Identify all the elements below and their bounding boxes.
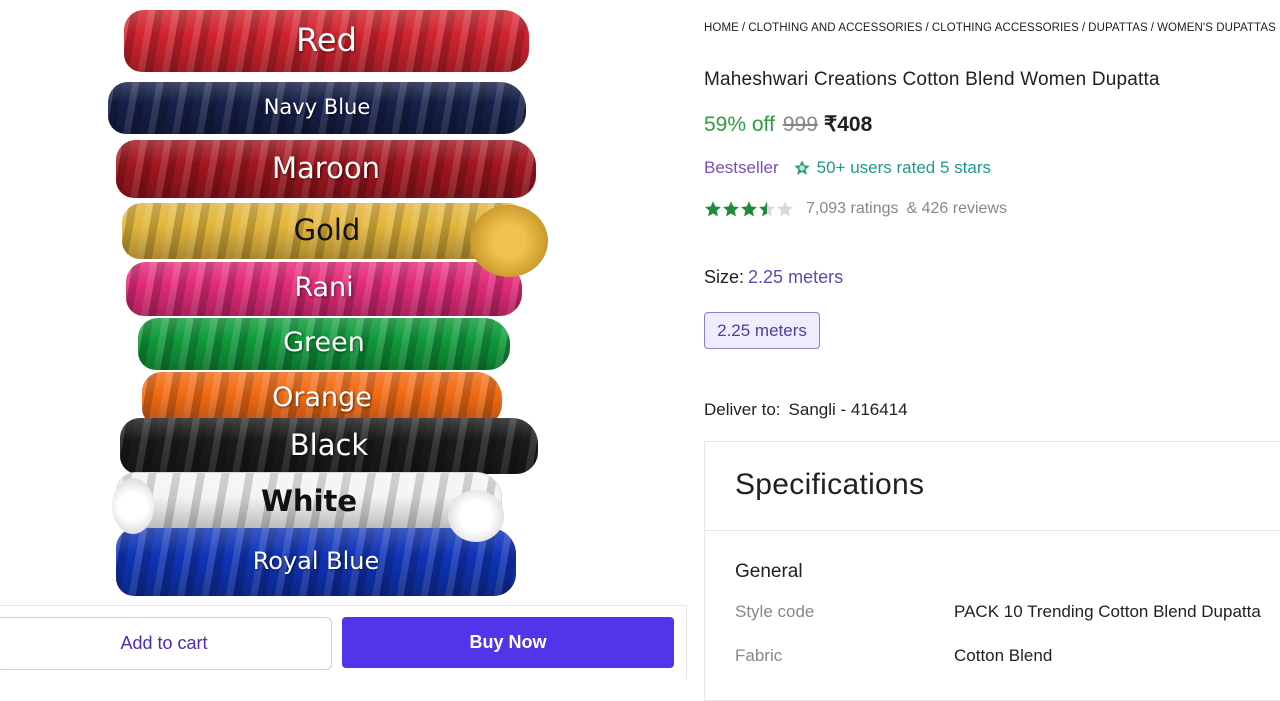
dupatta-roll-maroon: Maroon [116, 140, 536, 198]
breadcrumb-womens-dupattas[interactable]: WOMEN'S DUPATTAS [1157, 22, 1276, 34]
product-title: Maheshwari Creations Cotton Blend Women … [704, 69, 1160, 90]
breadcrumb-clothing-and-accessories[interactable]: CLOTHING AND ACCESSORIES [748, 22, 922, 34]
selling-price: ₹408 [823, 113, 873, 136]
star-icon [723, 201, 739, 217]
size-label: Size: [704, 267, 745, 287]
price-row: 59% off 999 ₹408 [704, 112, 872, 137]
spec-key: Style code [735, 602, 815, 621]
star-icon [759, 201, 775, 217]
roll-color-label: Rani [294, 272, 354, 304]
buy-now-button[interactable]: Buy Now [342, 617, 674, 668]
breadcrumb-home[interactable]: HOME [704, 22, 739, 34]
roll-color-label: Orange [272, 382, 372, 414]
star-icon [705, 201, 721, 217]
breadcrumb-dupattas[interactable]: DUPATTAS [1088, 22, 1148, 34]
original-price: 999 [782, 113, 818, 136]
star-icon [741, 201, 757, 217]
breadcrumb-separator: / [1150, 22, 1155, 34]
dupatta-roll-red: Red [124, 10, 529, 72]
reviews-count: & 426 reviews [906, 200, 1008, 217]
size-row: Size: 2.25 meters [704, 267, 843, 288]
ratings-count: 7,093 ratings [806, 200, 899, 217]
dupatta-roll-navy-blue: Navy Blue [108, 82, 526, 134]
star-badge-icon [793, 159, 811, 177]
roll-color-label: Red [296, 21, 357, 59]
dupatta-roll-black: Black [120, 418, 538, 474]
breadcrumb-separator: / [1081, 22, 1086, 34]
spec-value: PACK 10 Trending Cotton Blend Dupatta [954, 602, 1261, 621]
action-bar: Add to cart Buy Now [0, 605, 686, 680]
add-to-cart-button[interactable]: Add to cart [0, 617, 332, 670]
spec-section-general: General [735, 561, 803, 582]
breadcrumb-separator: / [741, 22, 746, 34]
spec-value: Cotton Blend [954, 646, 1053, 665]
deliver-to-label: Deliver to: [704, 400, 781, 419]
rating-row[interactable]: 7,093 ratings & 426 reviews [704, 200, 1007, 218]
specifications-card: Specifications General Style code PACK 1… [704, 441, 1280, 701]
badge-row: Bestseller 50+ users rated 5 stars [704, 158, 991, 178]
delivery-row[interactable]: Deliver to: Sangli - 416414 [704, 400, 908, 420]
specifications-heading: Specifications [735, 468, 925, 501]
dupatta-roll-royal-blue: Royal Blue [116, 528, 516, 596]
star-icon [777, 201, 793, 217]
breadcrumb-clothing-accessories[interactable]: CLOTHING ACCESSORIES [932, 22, 1079, 34]
roll-color-label: Maroon [272, 150, 380, 185]
rating-stars [704, 200, 794, 218]
roll-color-label: Black [289, 427, 369, 462]
dupatta-roll-white: White [116, 472, 502, 532]
discount-percent: 59% off [704, 113, 775, 136]
breadcrumb: HOME / CLOTHING AND ACCESSORIES / CLOTHING A… [704, 22, 1276, 34]
spec-divider [705, 530, 1280, 531]
bestseller-badge: Bestseller [704, 158, 779, 177]
roll-color-label: Green [283, 327, 365, 359]
breadcrumb-separator: / [925, 22, 929, 34]
roll-color-label: White [260, 483, 358, 518]
dupatta-roll-rani: Rani [126, 262, 522, 316]
delivery-location: Sangli - 416414 [788, 400, 908, 419]
selected-size-value: 2.25 meters [748, 267, 844, 287]
product-details: HOME / CLOTHING AND ACCESSORIES / CLOTHING A… [704, 0, 1280, 701]
product-image[interactable]: Red Navy Blue Maroon Gold Rani Green Orange Bla… [0, 0, 686, 605]
spec-key: Fabric [735, 646, 783, 665]
dupatta-stack-image: Red Navy Blue Maroon Gold Rani Green Orange Bla… [0, 0, 686, 605]
dupatta-roll-green: Green [138, 318, 510, 370]
panel-divider [686, 605, 687, 679]
roll-color-label: Royal Blue [252, 547, 380, 575]
roll-color-label: Navy Blue [263, 94, 371, 119]
size-option-2-25-meters[interactable]: 2.25 meters [704, 312, 820, 349]
roll-color-label: Gold [293, 212, 361, 247]
users-rated-text[interactable]: 50+ users rated 5 stars [817, 158, 991, 178]
